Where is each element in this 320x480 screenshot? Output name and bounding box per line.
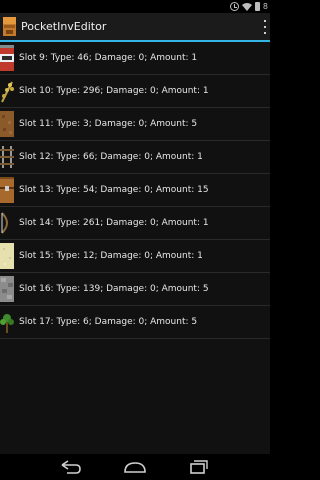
list-item[interactable]: Slot 15: Type: 12; Damage: 0; Amount: 1 [0, 240, 270, 273]
app-title: PocketInvEditor [21, 20, 107, 33]
action-bar: PocketInvEditor [0, 13, 270, 40]
slot-label: Slot 15: Type: 12; Damage: 0; Amount: 1 [19, 251, 203, 261]
dirt-block-icon [0, 111, 14, 137]
status-bar: 8 [0, 0, 270, 13]
tnt-block-icon [0, 45, 14, 71]
slot-label: Slot 12: Type: 66; Damage: 0; Amount: 1 [19, 152, 203, 162]
home-icon[interactable] [123, 459, 147, 475]
list-item[interactable]: Slot 17: Type: 6; Damage: 0; Amount: 5 [0, 306, 270, 339]
slot-label: Slot 14: Type: 261; Damage: 0; Amount: 1 [19, 218, 209, 228]
dot-icon [264, 26, 266, 28]
list-item[interactable]: Slot 11: Type: 3; Damage: 0; Amount: 5 [0, 108, 270, 141]
list-item[interactable]: Slot 9: Type: 46; Damage: 0; Amount: 1 [0, 42, 270, 75]
slot-label: Slot 16: Type: 139; Damage: 0; Amount: 5 [19, 284, 209, 294]
recent-apps-icon[interactable] [186, 459, 210, 475]
slot-label: Slot 17: Type: 6; Damage: 0; Amount: 5 [19, 317, 198, 327]
app-icon [3, 17, 16, 36]
wifi-icon [241, 2, 252, 11]
list-item[interactable]: Slot 10: Type: 296; Damage: 0; Amount: 1 [0, 75, 270, 108]
list-item[interactable]: Slot 16: Type: 139; Damage: 0; Amount: 5 [0, 273, 270, 306]
slot-label: Slot 13: Type: 54; Damage: 0; Amount: 15 [19, 185, 209, 195]
battery-icon [254, 2, 260, 11]
list-item[interactable]: Slot 13: Type: 54; Damage: 0; Amount: 15 [0, 174, 270, 207]
navigation-bar [0, 454, 270, 480]
rail-icon [0, 146, 14, 168]
dot-icon [264, 20, 266, 22]
sapling-icon [0, 314, 14, 333]
dot-icon [264, 32, 266, 34]
status-time: 8 [262, 2, 268, 11]
back-icon[interactable] [59, 459, 83, 475]
slot-label: Slot 9: Type: 46; Damage: 0; Amount: 1 [19, 53, 198, 63]
alarm-icon [229, 2, 239, 11]
cobblestone-wall-icon [0, 276, 14, 302]
slot-label: Slot 10: Type: 296; Damage: 0; Amount: 1 [19, 86, 209, 96]
list-item[interactable]: Slot 14: Type: 261; Damage: 0; Amount: 1 [0, 207, 270, 240]
wheat-icon [1, 81, 14, 103]
slot-label: Slot 11: Type: 3; Damage: 0; Amount: 5 [19, 119, 198, 129]
status-icons: 8 [229, 1, 268, 12]
chest-icon [0, 177, 14, 203]
overflow-menu-button[interactable] [262, 19, 268, 35]
list-item[interactable]: Slot 12: Type: 66; Damage: 0; Amount: 1 [0, 141, 270, 174]
inventory-list: Slot 9: Type: 46; Damage: 0; Amount: 1 S… [0, 42, 270, 454]
sand-block-icon [0, 243, 14, 269]
bow-icon [1, 212, 8, 234]
